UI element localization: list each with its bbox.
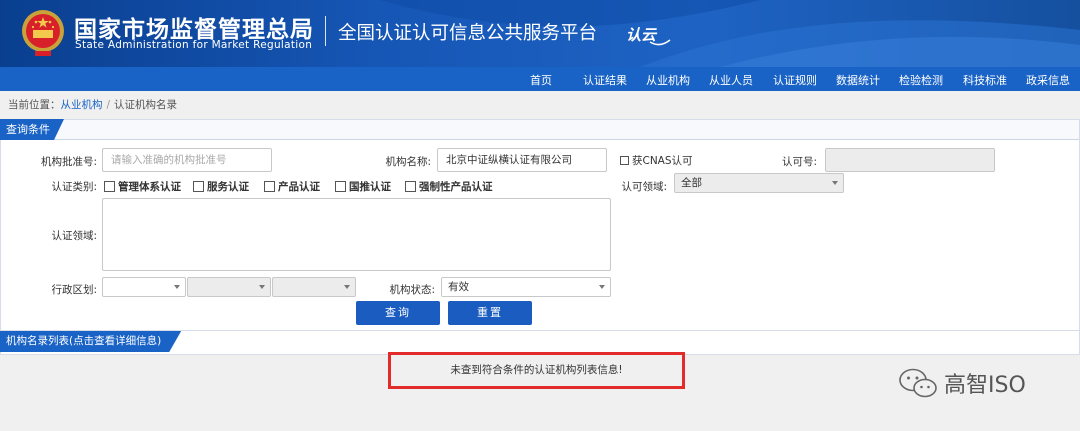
query-panel: 查询条件 机构批准号: 请输入准确的机构批准号 机构名称: 北京中证纵横认证有限… [0,119,1080,331]
org-name-label: 机构名称: [385,156,431,168]
nav-item-home[interactable]: 首页 [530,72,552,88]
cert-type-product-label: 产品认证 [278,181,320,193]
checkbox-box[interactable] [193,181,204,192]
main-nav: 首页 认证结果 从业机构 从业人员 认证规则 数据统计 检验检测 科技标准 政采… [0,67,1080,91]
chevron-down-icon [174,285,180,289]
nav-item-personnel[interactable]: 从业人员 [709,72,753,88]
approval-no-label: 机构批准号: [40,156,97,168]
chevron-down-icon [259,285,265,289]
site-header: 国家市场监督管理总局 State Administration for Mark… [0,0,1080,67]
query-panel-title: 查询条件 [0,119,64,140]
wechat-watermark: 高智ISO [898,367,1026,399]
chevron-down-icon [599,285,605,289]
cert-type-ccc-label: 强制性产品认证 [419,181,493,193]
nav-item-procurement[interactable]: 政采信息 [1026,72,1070,88]
empty-result-message: 未查到符合条件的认证机构列表信息! [388,352,685,389]
wechat-icon [899,368,937,398]
status-select[interactable]: 有效 [441,277,611,297]
cert-type-label: 认证类别: [51,181,97,193]
search-button[interactable]: 查询 [356,301,440,325]
status-label: 机构状态: [389,284,435,296]
nav-item-institutions[interactable]: 从业机构 [646,72,690,88]
chevron-down-icon [832,181,838,185]
cert-field-label: 认证领域: [51,230,97,242]
breadcrumb-prefix: 当前位置： [8,99,61,111]
nav-item-standards[interactable]: 科技标准 [963,72,1007,88]
breadcrumb-separator: / [106,99,111,111]
renyun-logo-icon: 认云 [626,26,671,46]
cert-field-textarea[interactable] [102,198,611,271]
checkbox-box[interactable] [104,181,115,192]
watermark-text: 高智ISO [944,373,1026,398]
checkbox-box[interactable] [335,181,346,192]
query-panel-header: 查询条件 [1,120,1079,140]
cert-type-ccc-checkbox[interactable]: 强制性产品认证 [405,179,493,194]
checkbox-box[interactable] [264,181,275,192]
cert-type-national-label: 国推认证 [349,181,391,193]
status-value: 有效 [448,281,469,293]
cnas-checkbox-label: 获CNAS认可 [632,155,693,167]
region-district-select[interactable] [272,277,356,297]
header-divider [325,16,326,46]
chevron-down-icon [344,285,350,289]
cnas-checkbox[interactable]: 获CNAS认可 [620,153,693,168]
cert-type-management-label: 管理体系认证 [118,181,181,193]
cert-type-service-checkbox[interactable]: 服务认证 [193,179,249,194]
nav-item-cert-rules[interactable]: 认证规则 [773,72,817,88]
cert-type-management-checkbox[interactable]: 管理体系认证 [104,179,181,194]
platform-title: 全国认证认可信息公共服务平台 [338,23,598,44]
nav-item-statistics[interactable]: 数据统计 [836,72,880,88]
cert-type-national-checkbox[interactable]: 国推认证 [335,179,391,194]
accreditation-field-label: 认可领域: [621,181,667,193]
breadcrumb-current: 认证机构名录 [114,99,178,111]
cnas-checkbox-box[interactable] [620,156,629,165]
region-province-select[interactable] [102,277,186,297]
accreditation-field-value: 全部 [681,177,702,189]
breadcrumb-parent-link[interactable]: 从业机构 [61,99,103,111]
nav-item-inspection[interactable]: 检验检测 [899,72,943,88]
cert-type-service-label: 服务认证 [207,181,249,193]
checkbox-box[interactable] [405,181,416,192]
accreditation-no-label: 认可号: [781,156,817,168]
cert-type-product-checkbox[interactable]: 产品认证 [264,179,320,194]
region-city-select[interactable] [187,277,271,297]
accreditation-field-select[interactable]: 全部 [674,173,844,193]
list-panel-title: 机构名录列表(点击查看详细信息) [0,331,181,352]
nav-item-cert-results[interactable]: 认证结果 [583,72,627,88]
breadcrumb: 当前位置：从业机构 / 认证机构名录 [8,97,177,112]
national-emblem-icon [22,10,64,56]
reset-button[interactable]: 重置 [448,301,532,325]
org-name-input[interactable]: 北京中证纵横认证有限公司 [437,148,607,172]
region-label: 行政区划: [51,284,97,296]
accreditation-no-input[interactable] [825,148,995,172]
approval-no-input[interactable]: 请输入准确的机构批准号 [102,148,272,172]
org-name-en: State Administration for Market Regulati… [75,39,313,51]
logo-mark-text: 认云 [626,26,658,44]
